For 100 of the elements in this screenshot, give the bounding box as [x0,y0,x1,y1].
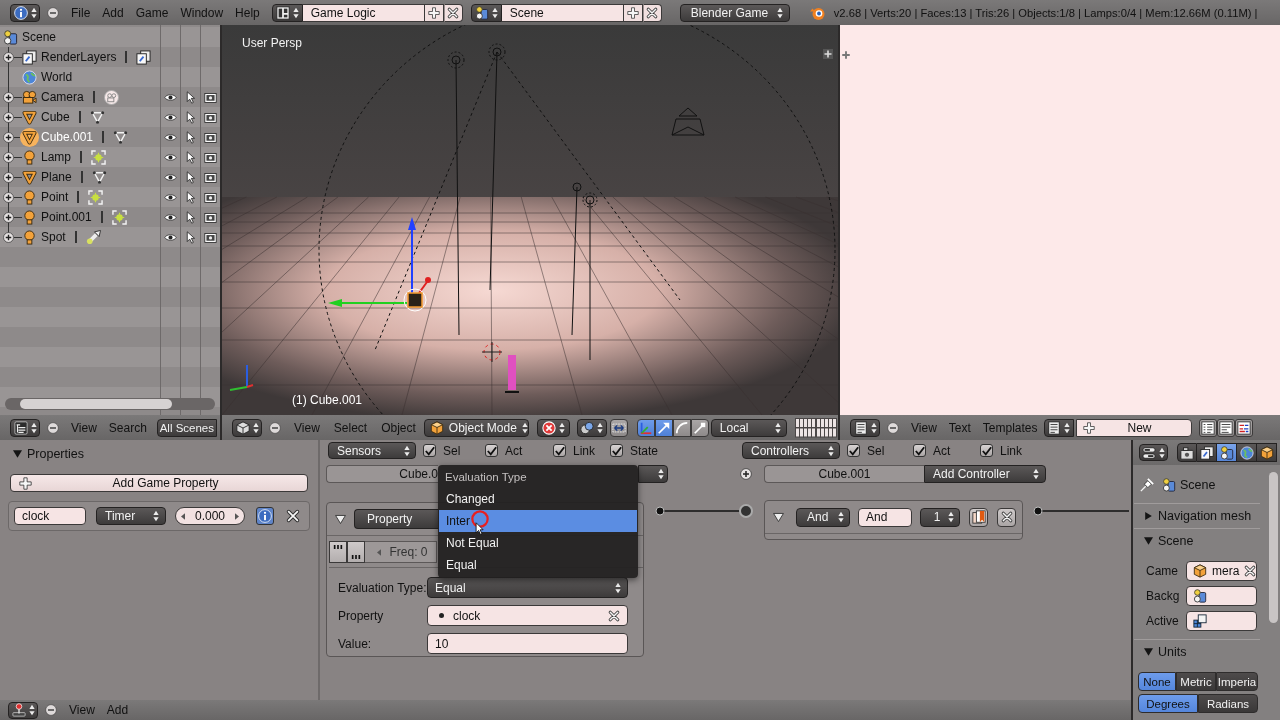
camera-icon[interactable] [203,210,217,224]
horizontal-scrollbar[interactable] [5,398,215,410]
new-text-button[interactable]: New [1075,418,1192,437]
scene-button[interactable] [470,3,502,22]
checkbox[interactable] [485,444,498,457]
text-option-toggle[interactable] [1198,418,1217,437]
controller-type-dropdown[interactable]: And [796,507,850,527]
render-layers-icon[interactable] [136,49,152,65]
property-value-field[interactable]: 0.000 [175,507,245,525]
dropdown[interactable]: Equal [427,577,628,598]
menu-item[interactable]: Add [96,2,130,23]
camera-icon[interactable] [203,230,217,244]
controllers-dropdown[interactable]: Controllers [742,442,840,459]
tree-item[interactable]: Scene [22,30,57,44]
unit-system-button[interactable]: Metric [1176,672,1216,691]
property-name-field[interactable]: clock [14,507,86,525]
dropdown-button[interactable] [638,465,668,483]
left-arrow-icon[interactable] [181,512,185,520]
menu-item[interactable]: File [65,2,97,23]
editor-type-button[interactable] [10,418,40,437]
tree-item[interactable]: RenderLayers [41,50,117,64]
expand-icon[interactable] [3,191,14,203]
checkbox[interactable] [553,444,566,457]
menu-item[interactable]: Object [374,417,423,438]
context-tab[interactable] [1257,443,1277,462]
menu-option[interactable]: Not Equal [439,532,637,554]
panel-header[interactable]: Units [1134,640,1187,664]
expand-icon[interactable] [3,171,14,183]
scene-field[interactable]: Scene [501,3,624,22]
editor-type-button[interactable] [1139,444,1168,461]
display-mode-dropdown[interactable]: All Scenes [156,418,217,437]
editor-type-button[interactable] [850,418,880,437]
menu-item[interactable]: Game [129,2,175,23]
pin-icon[interactable] [1140,478,1154,492]
menu-option[interactable]: Inter [439,510,637,532]
editor-type-button[interactable] [232,418,262,437]
expand-icon[interactable] [3,51,14,63]
pivot-align-button[interactable] [609,418,628,437]
expand-icon[interactable] [3,91,14,103]
context-tab[interactable] [1177,443,1197,462]
pulse-button[interactable] [347,541,365,563]
tree-item[interactable]: Point.001 [41,210,92,224]
manipulator-button[interactable] [690,418,709,437]
manipulator-button[interactable] [654,418,673,437]
camera-icon[interactable] [203,110,217,124]
menu-item[interactable]: View [63,700,101,720]
object-field[interactable]: mera [1186,561,1257,581]
unit-system-button[interactable]: None [1138,672,1176,691]
spotlight-icon[interactable] [85,229,101,245]
link-socket[interactable] [655,506,665,516]
checkbox[interactable] [610,444,623,457]
add-button[interactable] [623,3,643,22]
mesh-data-icon[interactable] [91,169,107,185]
menu-item[interactable]: Select [326,417,375,438]
expanded-triangle-icon[interactable] [335,514,346,524]
add-game-property-button[interactable]: Add Game Property [10,474,308,492]
right-arrow-icon[interactable] [235,512,239,520]
collapse-menu-icon[interactable] [47,6,59,19]
delete-icon[interactable] [286,509,300,523]
context-tab[interactable] [1197,443,1217,462]
checkbox[interactable] [423,444,436,457]
menu-item[interactable]: Text [942,417,977,438]
collapse-menu-icon[interactable] [269,421,281,434]
mode-dropdown[interactable]: Object Mode [423,418,529,437]
camera-icon[interactable] [203,190,217,204]
property-type-dropdown[interactable]: Timer [96,507,166,525]
expand-icon[interactable] [3,231,14,243]
shading-dropdown[interactable] [536,418,570,437]
menu-option[interactable]: Equal [439,554,637,576]
editor-type-button[interactable] [8,701,38,719]
menu-item[interactable]: View [65,417,103,438]
pulse-button[interactable] [329,541,347,563]
add-controller-dropdown[interactable]: Add Controller [924,465,1046,483]
menu-option[interactable]: Changed [439,488,637,510]
rotation-unit-button[interactable]: Degrees [1138,694,1198,713]
mesh-data-icon[interactable] [113,129,129,145]
rotation-unit-button[interactable]: Radians [1198,694,1258,713]
panel-header[interactable]: Scene [1134,529,1194,553]
link-socket[interactable] [1033,506,1043,516]
unit-system-button[interactable]: Imperia [1216,672,1258,691]
tree-item[interactable]: Spot [41,230,66,244]
controller-name-field[interactable]: And [858,507,912,527]
tree-item[interactable]: Camera [41,90,84,104]
tree-item[interactable]: World [41,70,73,84]
bookmark-button[interactable] [969,507,988,527]
scene-field[interactable] [1186,586,1257,606]
checkbox[interactable] [913,444,926,457]
editor-type-button[interactable] [10,3,40,22]
clear-icon[interactable] [1244,565,1257,577]
expand-icon[interactable] [3,111,14,123]
tree-item[interactable]: Point [41,190,69,204]
context-tab[interactable] [1217,443,1237,462]
checkbox[interactable] [847,444,860,457]
tree-item[interactable]: Cube [41,110,70,124]
tree-item[interactable]: Cube.001 [41,130,94,144]
camera-icon[interactable] [203,90,217,104]
mesh-data-icon[interactable] [89,109,105,125]
region-plus-icon[interactable] [841,50,851,60]
scrollbar-thumb[interactable] [20,399,172,409]
tree-item[interactable]: Plane [41,170,72,184]
